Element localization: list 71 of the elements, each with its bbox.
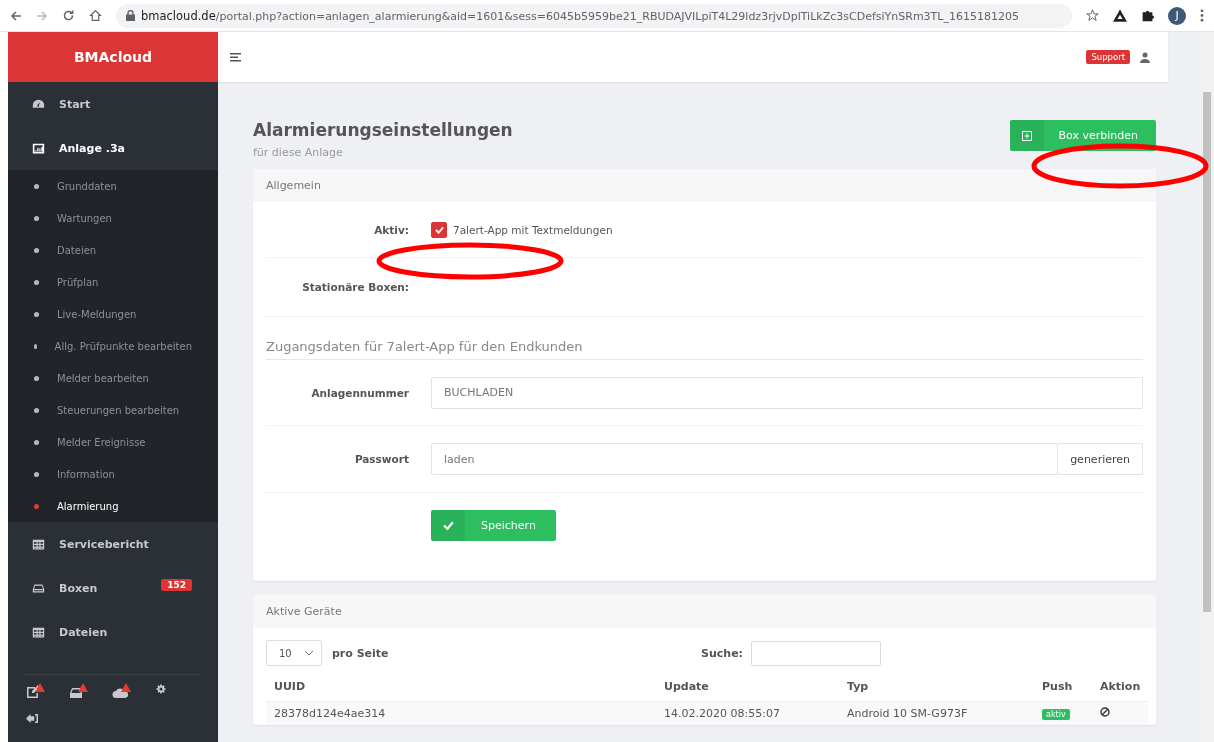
menu-icon[interactable] — [1200, 9, 1204, 22]
submenu-item[interactable]: Melder Ereignisse — [8, 426, 218, 458]
submenu-item[interactable]: Alarmierung — [8, 490, 218, 522]
submenu-item[interactable]: Melder bearbeiten — [8, 362, 218, 394]
reload-icon[interactable] — [62, 9, 75, 22]
submenu-item[interactable]: Information — [8, 458, 218, 490]
block-icon[interactable] — [1100, 707, 1110, 717]
scrollbar[interactable] — [1200, 32, 1214, 742]
field-label: Passwort — [353, 453, 409, 465]
profile-avatar[interactable]: J — [1168, 6, 1186, 25]
table-icon — [32, 537, 45, 551]
star-icon[interactable] — [1086, 9, 1099, 22]
lock-icon — [126, 10, 135, 21]
plus-square-icon — [1021, 130, 1032, 141]
drive-warning-icon[interactable] — [69, 683, 88, 699]
input-field[interactable]: BUCHLADEN — [431, 376, 1143, 409]
triangle-icon[interactable] — [1113, 9, 1127, 22]
user-icon[interactable] — [1140, 51, 1150, 63]
url-path: /portal.php?action=anlagen_alarmierung&aid=1601&sess=6045b5959be21_RBUDAJVILpiT4L29ldz3rjvDplTiLkZc3sCDefsiYnSRm3TL_1615181205 — [215, 9, 1019, 23]
home-icon[interactable] — [89, 9, 102, 22]
sidebar-item[interactable]: Servicebericht — [8, 522, 218, 566]
field-label: Stationäre Boxen: — [301, 281, 409, 293]
generate-button[interactable]: generieren — [1058, 443, 1143, 475]
url-domain: bmacloud.de — [141, 8, 216, 23]
submenu-item[interactable]: Wartungen — [8, 202, 218, 234]
checkbox-label: 7alert-App mit Textmeldungen — [453, 223, 613, 236]
search-field[interactable] — [751, 640, 881, 666]
chevron-down-icon — [305, 650, 313, 656]
edit-warning-icon[interactable] — [26, 683, 45, 699]
checkbox[interactable] — [431, 221, 447, 238]
menu-icon[interactable] — [230, 52, 241, 62]
sidebar-item[interactable]: Anlage .3a — [8, 126, 218, 170]
status-badge: aktiv — [1042, 709, 1070, 720]
support-badge[interactable]: Support — [1086, 50, 1130, 64]
back-icon[interactable] — [10, 9, 22, 22]
table-cell: Android 10 SM-G973F — [839, 702, 1034, 725]
count-badge: 152 — [161, 579, 192, 591]
page-title: Alarmierungseinstellungen — [253, 120, 513, 140]
page-subtitle: für diese Anlage — [253, 146, 344, 159]
sidebar-item[interactable]: Start — [8, 82, 218, 126]
sidebar-item[interactable]: Boxen 152 — [8, 566, 218, 610]
card-header: Allgemein — [253, 169, 1156, 202]
submenu-item[interactable]: Live-Meldungen — [8, 298, 218, 330]
submenu-item[interactable]: Dateien — [8, 234, 218, 266]
input-field[interactable]: laden — [431, 443, 1059, 475]
gauge-icon — [32, 97, 45, 111]
table-cell: 28378d124e4ae314 — [266, 702, 656, 725]
chart-icon — [32, 141, 45, 155]
page-size-label: pro Seite — [332, 646, 389, 660]
check-icon — [434, 225, 444, 234]
logout-icon[interactable] — [26, 713, 38, 724]
submenu-item[interactable]: Prüfplan — [8, 266, 218, 298]
drive-icon — [32, 581, 45, 595]
section-title: Zugangsdaten für 7alert-App für den Endkunden — [266, 317, 1143, 360]
submenu-item[interactable]: Steuerungen bearbeiten — [8, 394, 218, 426]
search-label: Suche: — [701, 646, 743, 660]
check-icon — [442, 521, 454, 530]
card-header: Aktive Geräte — [253, 595, 1156, 628]
brand-logo[interactable]: BMAcloud — [8, 32, 218, 82]
address-bar[interactable]: bmacloud.de/portal.php?action=anlagen_alarmierung&aid=1601&sess=6045b5959be21_RBUDAJVILpiT4L29ldz3rjvDplTiLkZc3sCDefsiYnSRm3TL_1615181205 — [116, 3, 1072, 28]
submenu-item[interactable]: Allg. Prüfpunkte bearbeiten — [8, 330, 218, 362]
submenu-item[interactable]: Grunddaten — [8, 170, 218, 202]
puzzle-icon[interactable] — [1141, 9, 1154, 22]
page-size-select[interactable]: 10 — [266, 640, 322, 666]
table-icon — [32, 625, 45, 639]
field-label: Anlagennummer — [310, 386, 409, 399]
sidebar-item[interactable]: Dateien — [8, 610, 218, 654]
table-cell: 14.02.2020 08:55:07 — [656, 702, 839, 725]
settings-icon[interactable] — [155, 683, 167, 695]
cloud-warning-icon[interactable] — [112, 683, 131, 699]
field-label: Aktiv: — [373, 223, 409, 236]
